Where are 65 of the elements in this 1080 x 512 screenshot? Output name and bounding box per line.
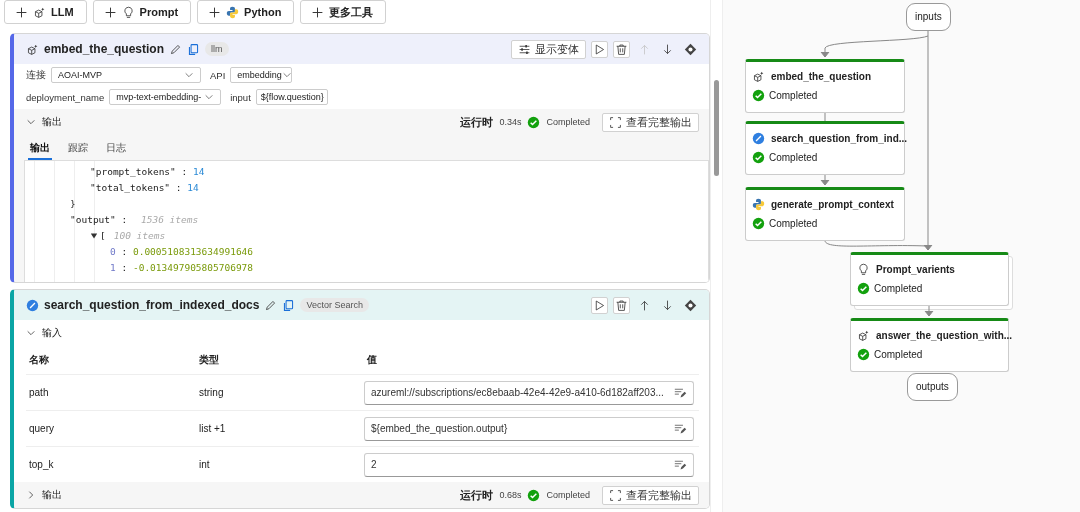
status-text: Completed	[769, 89, 818, 101]
dropdown[interactable]: embedding	[230, 67, 293, 83]
status-text: Completed	[769, 151, 818, 163]
input-field[interactable]: azureml://subscriptions/ec8ebaab-42e4-42e9-a410-6d182aff203...	[364, 380, 694, 405]
run-time: 0.68s	[499, 490, 522, 500]
output-tab[interactable]: 跟踪	[66, 139, 90, 160]
item-count: 100 items	[113, 229, 166, 243]
flow-node[interactable]: search_question_from_ind... Completed	[745, 121, 905, 175]
status-text: Completed	[769, 217, 818, 229]
status-text: Completed	[874, 348, 923, 360]
node-title: search_question_from_ind...	[771, 132, 908, 144]
node-type-tag: Vector Search	[300, 298, 369, 312]
table-cell-text: top_k	[28, 459, 55, 470]
node-title: embed_the_question	[44, 42, 165, 56]
json-line: "prompt_tokens" : 14	[90, 165, 205, 179]
input-field[interactable]: ${embed_the_question.output}	[364, 416, 694, 441]
view-full-output-button[interactable]: 查看完整输出	[602, 485, 699, 505]
flow-node[interactable]: Prompt_varients Completed	[850, 252, 1009, 306]
json-brace: }	[70, 197, 76, 211]
run-time: 0.34s	[499, 117, 522, 127]
add-tool-button[interactable]: Prompt	[92, 0, 192, 24]
node-title: embed_the_question	[771, 70, 872, 82]
show-variants-button[interactable]: 显示变体	[511, 39, 586, 59]
field-label: API	[210, 69, 226, 81]
field-label: deployment_name	[26, 91, 105, 103]
table-cell-text: path	[28, 387, 50, 398]
add-tool-button[interactable]: LLM	[4, 0, 87, 24]
flow-node[interactable]: embed_the_question Completed	[745, 59, 905, 113]
column-header: 名称	[28, 353, 50, 367]
flow-node[interactable]: generate_prompt_context Completed	[745, 187, 905, 241]
section-title: 输出	[42, 115, 62, 129]
run-time-label: 运行时	[460, 487, 494, 503]
column-header: 值	[366, 353, 378, 367]
output-tab[interactable]: 日志	[104, 139, 128, 160]
node-type-tag: llm	[205, 42, 229, 56]
input-field[interactable]: ${flow.question}	[255, 89, 328, 105]
section-title: 输入	[42, 326, 62, 340]
column-header: 类型	[198, 353, 220, 367]
add-tool-button[interactable]: 更多工具	[300, 0, 387, 24]
add-tool-button[interactable]: Python	[197, 0, 295, 24]
section-title: 输出	[42, 488, 62, 502]
field-label: input	[230, 91, 251, 103]
input-field[interactable]: 2	[364, 452, 694, 477]
json-line: 1 : -0.013497905805706978	[110, 261, 254, 275]
json-line: 0 : 0.0005108313634991646	[110, 245, 254, 259]
outputs-node[interactable]: outputs	[907, 373, 958, 401]
dropdown[interactable]: mvp-text-embedding-	[109, 89, 222, 105]
table-cell-text: list +1	[198, 423, 227, 434]
json-line: "total_tokens" : 14	[90, 181, 199, 195]
view-full-output-button[interactable]: 查看完整输出	[602, 112, 699, 132]
node-title: Prompt_varients	[876, 263, 955, 275]
node-title: generate_prompt_context	[771, 198, 894, 210]
json-line: "output" : 1536 items	[70, 213, 199, 227]
dropdown[interactable]: AOAI-MVP	[51, 67, 201, 83]
table-cell-text: int	[198, 459, 211, 470]
status-text: Completed	[874, 282, 923, 294]
node-title: search_question_from_indexed_docs	[44, 298, 260, 312]
status-text: Completed	[546, 490, 590, 500]
status-text: Completed	[546, 117, 590, 127]
run-time-label: 运行时	[460, 114, 494, 130]
field-label: 连接	[26, 68, 46, 82]
table-cell-text: string	[198, 387, 225, 398]
json-bracket: [	[100, 229, 106, 243]
inputs-node[interactable]: inputs	[906, 3, 951, 31]
table-cell-text: query	[28, 423, 55, 434]
